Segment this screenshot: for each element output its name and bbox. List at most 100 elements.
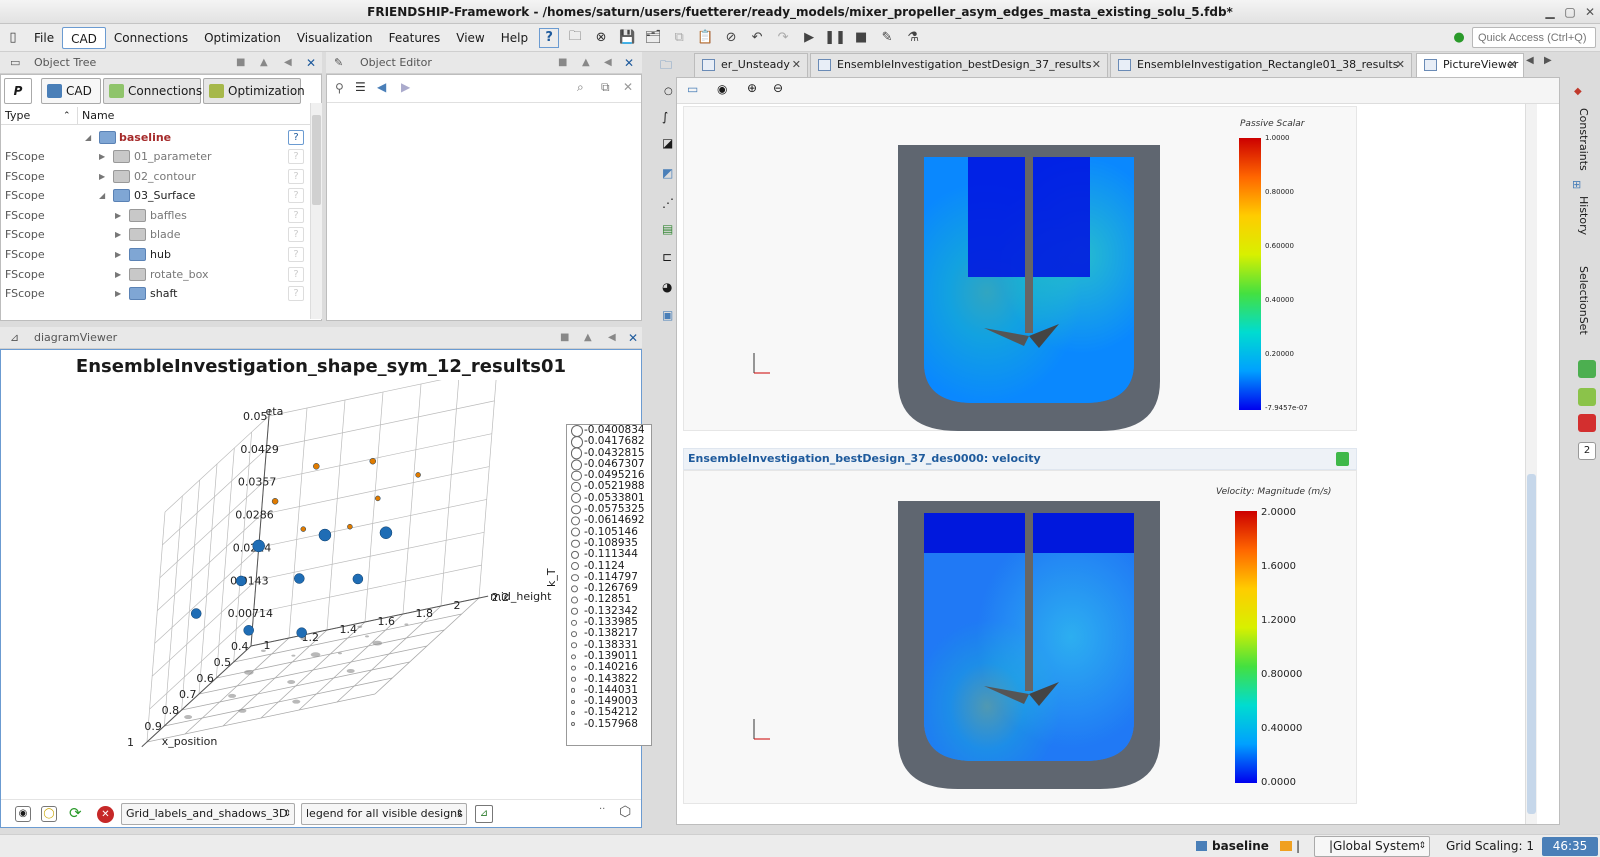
polyline-icon[interactable]: ⋰ (662, 196, 674, 210)
help-icon[interactable]: ? (288, 188, 304, 204)
image-icon[interactable]: ▣ (662, 308, 673, 322)
side-tab-selectionset[interactable]: SelectionSet (1577, 266, 1590, 335)
screenshot-icon[interactable]: ◉ (15, 806, 31, 822)
help-icon[interactable]: ? (288, 266, 304, 282)
collapsed-arrow-icon[interactable]: ▶ (99, 147, 105, 166)
curve-icon[interactable]: ∫ (662, 110, 668, 124)
lock-icon[interactable] (1336, 452, 1349, 466)
count-badge[interactable]: 2 (1578, 442, 1596, 460)
legend-mode-select[interactable]: legend for all visible designs ⇕ (301, 803, 467, 825)
forward-arrow-icon[interactable]: ▶ (401, 80, 410, 94)
surface-icon[interactable]: ◪ (662, 136, 673, 150)
panel-back-icon[interactable]: ◀ (604, 52, 612, 74)
connect-icon[interactable]: ⊏ (662, 250, 672, 264)
zoom-out-icon[interactable]: ⊖ (773, 81, 783, 95)
close-tab-icon[interactable]: ✕ (792, 54, 801, 76)
panel-minimize-icon[interactable]: ■ (236, 52, 245, 74)
stop-circle-icon[interactable]: ⊗ (591, 28, 611, 48)
folder-icon[interactable]: 🗀 (660, 56, 672, 77)
snapshot-icon[interactable]: ◉ (717, 82, 727, 96)
help-icon[interactable]: ? (288, 286, 304, 302)
menu-view[interactable]: View (448, 27, 492, 49)
close-tab-icon[interactable]: ✕ (1396, 54, 1405, 76)
expand-arrow-icon[interactable]: ◢ (85, 128, 91, 147)
side-tab-history[interactable]: History (1577, 196, 1590, 235)
menu-visualization[interactable]: Visualization (289, 27, 381, 49)
collapsed-arrow-icon[interactable]: ▶ (115, 225, 121, 244)
doc-tab-0[interactable]: er_Unsteady ✕ (694, 53, 808, 77)
filter-icon[interactable]: ⚲ (335, 81, 344, 95)
save-icon[interactable]: 💾 (617, 28, 637, 48)
panel-close-icon[interactable]: ✕ (624, 52, 634, 74)
col-type-header[interactable]: Type (5, 107, 30, 125)
pause-icon[interactable]: ❚❚ (824, 28, 846, 48)
panel-maximize-icon[interactable]: ▲ (582, 52, 590, 74)
collapsed-arrow-icon[interactable]: ▶ (115, 245, 121, 264)
panel-back-icon[interactable]: ◀ (284, 52, 292, 74)
status-scope[interactable]: baseline (1212, 839, 1269, 853)
quick-access-input[interactable] (1472, 27, 1596, 48)
close-window-icon[interactable]: ✕ (1580, 0, 1600, 24)
export-chart-icon[interactable]: ⊿ (475, 805, 493, 823)
tab-scroll-left-icon[interactable]: ◀ (1526, 55, 1534, 66)
save-all-icon[interactable]: 🗂 (643, 28, 663, 48)
reject-icon[interactable] (1578, 414, 1596, 432)
refresh-icon[interactable]: ⟳ (69, 804, 82, 822)
open-folder-icon[interactable]: 🗀 (565, 28, 585, 48)
tree-row[interactable]: FScope ▶ 02_contour? (1, 167, 319, 186)
tree-row[interactable]: FScope ▶ blade? (1, 225, 319, 244)
doc-tab-2[interactable]: EnsembleInvestigation_Rectangle01_38_res… (1110, 53, 1412, 77)
accept-icon[interactable] (1578, 360, 1596, 378)
panel-maximize-icon[interactable]: ▲ (584, 327, 592, 349)
redo-icon[interactable]: ↷ (773, 28, 793, 48)
tree-row[interactable]: FScope ▶ baffles? (1, 206, 319, 225)
legend-entry[interactable]: -0.157968 (567, 718, 651, 730)
menu-optimization[interactable]: Optimization (196, 27, 289, 49)
panel-close-icon[interactable]: ✕ (306, 52, 316, 74)
help-icon[interactable]: ? (288, 207, 304, 223)
remove-icon[interactable]: ✕ (97, 806, 114, 823)
tree-row-root[interactable]: ◢ baseline ? (1, 128, 319, 147)
select-icon[interactable]: ◩ (662, 166, 673, 180)
panel-minimize-icon[interactable]: ■ (558, 52, 567, 74)
picture-scrollbar[interactable] (1525, 104, 1537, 824)
collapsed-arrow-icon[interactable]: ▶ (99, 167, 105, 186)
doc-tab-3[interactable]: PictureViewer ✕ (1416, 53, 1524, 77)
tree-row[interactable]: FScope ▶ shaft? (1, 284, 319, 303)
search-icon[interactable]: ⌕ (577, 80, 584, 95)
tool-icon[interactable]: ⚗ (903, 28, 923, 48)
side-tab-constraints[interactable]: Constraints (1577, 108, 1590, 171)
tree-row[interactable]: FScope ▶ rotate_box? (1, 265, 319, 284)
delete-icon[interactable]: ⊘ (721, 28, 741, 48)
panel-back-icon[interactable]: ◀ (608, 327, 616, 349)
maximize-icon[interactable]: ▢ (1560, 0, 1580, 24)
tree-row[interactable]: FScope ◢ 03_Surface? (1, 186, 319, 205)
close-icon[interactable]: ✕ (623, 80, 633, 94)
menu-cad[interactable]: CAD (62, 26, 106, 49)
play-icon[interactable]: ▶ (799, 28, 819, 48)
more-icon[interactable]: ·· (599, 804, 605, 815)
paste-icon[interactable]: 📋 (695, 28, 715, 48)
col-name-header[interactable]: Name (77, 107, 114, 125)
tab-connections[interactable]: Connections (103, 78, 202, 104)
help-icon[interactable]: ? (288, 168, 304, 184)
zoom-in-icon[interactable]: ⊕ (747, 81, 757, 95)
expanded-arrow-icon[interactable]: ◢ (99, 186, 105, 205)
tab-cad[interactable]: CAD (41, 78, 101, 104)
help-icon[interactable]: ? (288, 227, 304, 243)
mesh-icon[interactable]: ▤ (662, 222, 673, 236)
panel-maximize-icon[interactable]: ▲ (260, 52, 268, 74)
app-panel-icon[interactable]: ▯ (3, 28, 23, 48)
solid-icon[interactable]: ◕ (662, 280, 672, 294)
tab-optimization[interactable]: Optimization (203, 78, 305, 104)
tree-row[interactable]: FScope ▶ hub? (1, 245, 319, 264)
panel-minimize-icon[interactable]: ■ (560, 327, 569, 349)
p-button[interactable]: P (4, 78, 32, 104)
menu-file[interactable]: File (26, 27, 62, 49)
list-icon[interactable]: ☰ (355, 80, 366, 94)
help-icon[interactable]: ? (288, 149, 304, 164)
color-icon[interactable]: ◯ (41, 806, 57, 822)
minimize-icon[interactable]: ▁ (1540, 0, 1560, 24)
stop-icon[interactable]: ■ (851, 28, 871, 48)
help-icon[interactable]: ? (539, 27, 560, 48)
